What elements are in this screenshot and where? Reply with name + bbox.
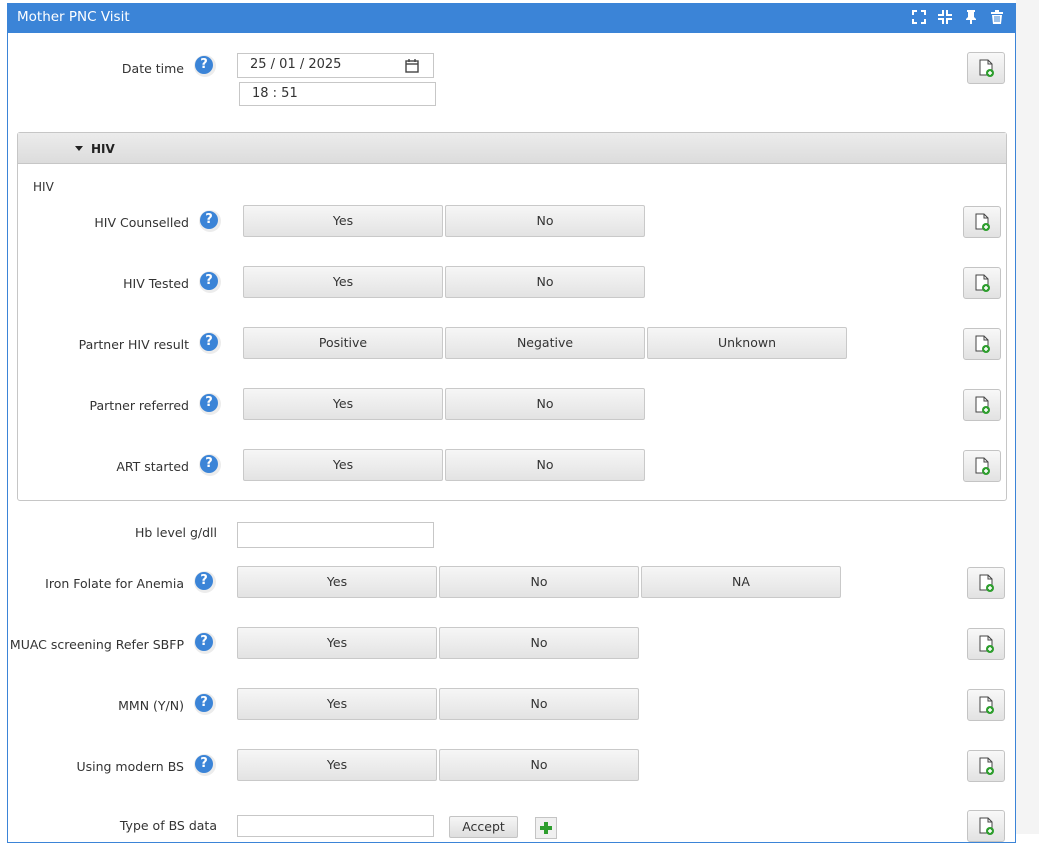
option-button[interactable]: Yes bbox=[243, 205, 443, 237]
help-icon[interactable]: ? bbox=[194, 571, 216, 593]
option-button[interactable]: NA bbox=[641, 566, 841, 598]
option-button[interactable]: Yes bbox=[243, 449, 443, 481]
option-button[interactable]: No bbox=[439, 627, 639, 659]
option-button[interactable]: Yes bbox=[237, 688, 437, 720]
add-document-icon bbox=[979, 757, 994, 775]
hb-level-label: Hb level g/dll bbox=[134, 525, 217, 540]
option-button[interactable]: No bbox=[439, 749, 639, 781]
add-document-icon bbox=[975, 335, 990, 353]
trash-icon[interactable] bbox=[989, 9, 1005, 25]
collapse-icon[interactable] bbox=[937, 9, 953, 25]
add-document-icon bbox=[975, 274, 990, 292]
help-icon[interactable]: ? bbox=[199, 454, 221, 476]
help-icon[interactable]: ? bbox=[194, 693, 216, 715]
option-button[interactable]: Yes bbox=[237, 627, 437, 659]
help-icon[interactable]: ? bbox=[194, 754, 216, 776]
add-note-button[interactable] bbox=[967, 810, 1005, 842]
field-label: MMN (Y/N) bbox=[118, 698, 184, 713]
add-document-icon bbox=[979, 817, 994, 835]
add-note-button[interactable] bbox=[967, 628, 1005, 660]
add-document-icon bbox=[979, 635, 994, 653]
field-label: Iron Folate for Anemia bbox=[45, 576, 184, 591]
option-button[interactable]: No bbox=[439, 688, 639, 720]
option-button[interactable]: Yes bbox=[237, 749, 437, 781]
field-label: HIV Tested bbox=[123, 276, 189, 291]
help-icon[interactable]: ? bbox=[199, 332, 221, 354]
add-note-button[interactable] bbox=[963, 328, 1001, 360]
option-button[interactable]: Positive bbox=[243, 327, 443, 359]
date-input[interactable]: 25 / 01 / 2025 bbox=[237, 53, 434, 78]
accept-button[interactable]: Accept bbox=[449, 816, 518, 838]
option-button[interactable]: No bbox=[445, 266, 645, 298]
field-label: Partner HIV result bbox=[78, 337, 189, 352]
add-document-icon bbox=[975, 457, 990, 475]
add-note-button[interactable] bbox=[967, 567, 1005, 599]
add-item-button[interactable] bbox=[535, 817, 557, 839]
help-icon[interactable]: ? bbox=[194, 55, 216, 77]
option-button[interactable]: No bbox=[439, 566, 639, 598]
vertical-scrollbar[interactable] bbox=[1016, 0, 1039, 834]
hiv-section-header[interactable]: HIV bbox=[18, 133, 1006, 164]
bs-data-label: Type of BS data bbox=[119, 818, 217, 833]
add-note-button[interactable] bbox=[967, 750, 1005, 782]
help-icon[interactable]: ? bbox=[199, 393, 221, 415]
field-label: ART started bbox=[116, 459, 189, 474]
hiv-section: HIV HIV bbox=[17, 132, 1007, 501]
caret-down-icon bbox=[75, 146, 83, 151]
add-document-icon bbox=[975, 213, 990, 231]
pin-icon[interactable] bbox=[963, 9, 979, 25]
hiv-subtitle: HIV bbox=[33, 180, 54, 194]
help-icon[interactable]: ? bbox=[199, 271, 221, 293]
form-title: Mother PNC Visit bbox=[17, 9, 130, 25]
add-note-button[interactable] bbox=[963, 267, 1001, 299]
add-document-icon bbox=[979, 696, 994, 714]
add-note-button[interactable] bbox=[967, 52, 1005, 84]
option-button[interactable]: Yes bbox=[243, 388, 443, 420]
add-note-button[interactable] bbox=[963, 206, 1001, 238]
option-button[interactable]: No bbox=[445, 449, 645, 481]
hiv-section-title: HIV bbox=[91, 142, 115, 156]
option-button[interactable]: No bbox=[445, 388, 645, 420]
title-bar: Mother PNC Visit bbox=[8, 4, 1015, 33]
add-document-icon bbox=[979, 574, 994, 592]
plus-icon bbox=[540, 822, 552, 834]
add-note-button[interactable] bbox=[963, 389, 1001, 421]
option-button[interactable]: Negative bbox=[445, 327, 645, 359]
field-label: HIV Counselled bbox=[94, 215, 189, 230]
add-document-icon bbox=[979, 59, 994, 77]
add-note-button[interactable] bbox=[967, 689, 1005, 721]
datetime-label: Date time bbox=[121, 61, 184, 76]
calendar-icon[interactable] bbox=[405, 59, 419, 73]
option-button[interactable]: Unknown bbox=[647, 327, 847, 359]
help-icon[interactable]: ? bbox=[194, 632, 216, 654]
field-label: MUAC screening Refer SBFP bbox=[9, 637, 184, 652]
option-button[interactable]: Yes bbox=[243, 266, 443, 298]
help-icon[interactable]: ? bbox=[199, 210, 221, 232]
fullscreen-icon[interactable] bbox=[911, 9, 927, 25]
add-document-icon bbox=[975, 396, 990, 414]
option-button[interactable]: Yes bbox=[237, 566, 437, 598]
add-note-button[interactable] bbox=[963, 450, 1001, 482]
option-button[interactable]: No bbox=[445, 205, 645, 237]
field-label: Using modern BS bbox=[76, 759, 184, 774]
hb-level-input[interactable] bbox=[237, 522, 434, 548]
field-label: Partner referred bbox=[89, 398, 189, 413]
time-input[interactable]: 18 : 51 bbox=[239, 82, 436, 106]
